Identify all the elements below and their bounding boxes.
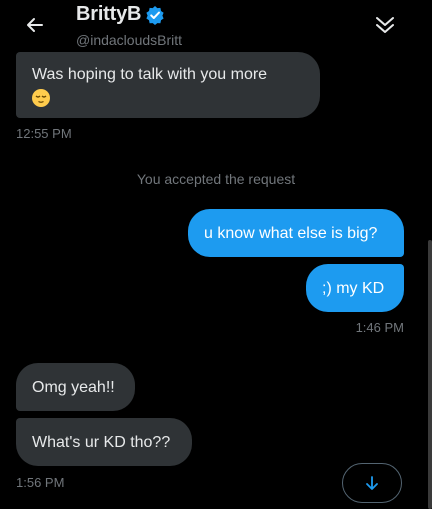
relieved-face-emoji-icon bbox=[32, 88, 50, 107]
contact-handle: @indacloudsBritt bbox=[76, 32, 183, 48]
verified-badge-icon bbox=[145, 5, 165, 25]
message-timestamp: 1:56 PM bbox=[16, 475, 65, 490]
message-text: Omg yeah!! bbox=[32, 378, 115, 396]
message-text: ;) my KD bbox=[322, 279, 385, 297]
message-sent[interactable]: ;) my KD bbox=[306, 264, 404, 312]
double-chevron-down-icon bbox=[376, 17, 394, 33]
back-button[interactable] bbox=[20, 10, 50, 40]
message-text: u know what else is big? bbox=[204, 224, 378, 242]
message-text: What's ur KD tho?? bbox=[32, 433, 171, 451]
arrow-down-icon bbox=[366, 476, 378, 490]
scroll-to-bottom-button[interactable] bbox=[342, 463, 402, 503]
arrow-left-icon bbox=[27, 18, 43, 32]
message-received[interactable]: Was hoping to talk with you more bbox=[16, 52, 320, 118]
message-received[interactable]: Omg yeah!! bbox=[16, 363, 135, 411]
contact-display-name[interactable]: BrittyB bbox=[76, 3, 141, 26]
system-notice: You accepted the request bbox=[136, 171, 296, 187]
conversation-header: BrittyB @indacloudsBritt bbox=[0, 0, 432, 52]
collapse-button[interactable] bbox=[372, 12, 398, 38]
message-received[interactable]: What's ur KD tho?? bbox=[16, 418, 192, 466]
scrollbar[interactable] bbox=[428, 240, 432, 509]
message-timestamp: 1:46 PM bbox=[355, 320, 404, 335]
message-timestamp: 12:55 PM bbox=[16, 126, 72, 141]
message-sent[interactable]: u know what else is big? bbox=[188, 209, 404, 257]
message-text: Was hoping to talk with you more bbox=[32, 65, 268, 83]
contact-info[interactable]: BrittyB @indacloudsBritt bbox=[76, 3, 182, 48]
